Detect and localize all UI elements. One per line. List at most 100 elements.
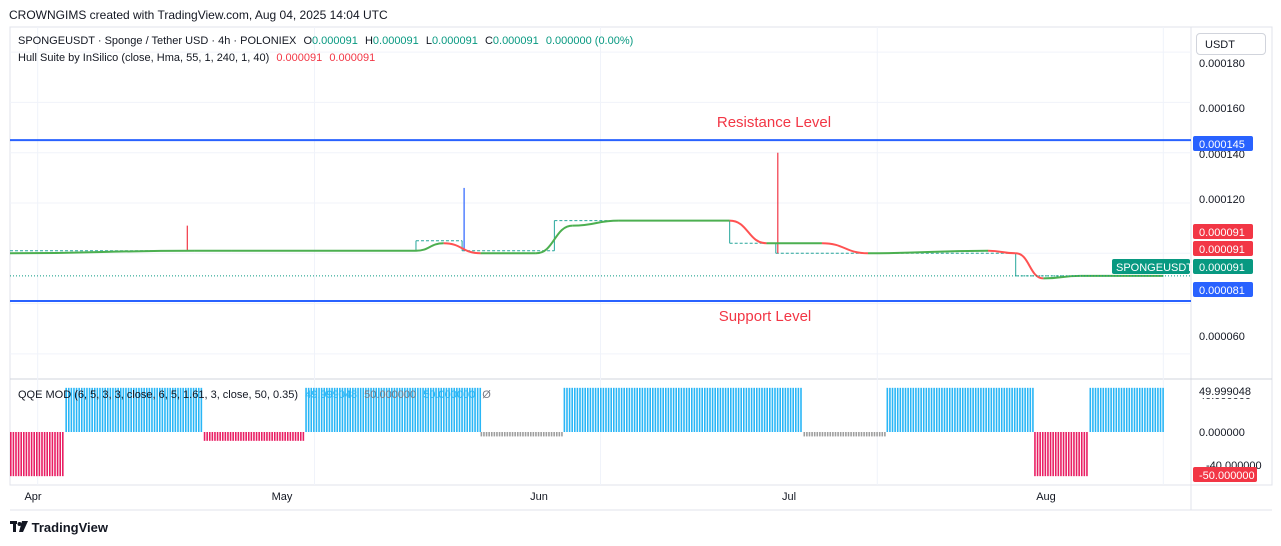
oscillator-value: Ø	[482, 389, 491, 401]
qqe-bar	[852, 432, 855, 437]
qqe-bar	[524, 432, 527, 437]
qqe-bar	[1146, 387, 1149, 432]
qqe-bar	[297, 432, 299, 441]
qqe-bar	[638, 387, 641, 432]
qqe-bar	[832, 432, 834, 437]
qqe-bar	[1133, 387, 1136, 432]
qqe-bar	[276, 432, 279, 441]
qqe-bar	[1000, 387, 1003, 432]
qqe-bar	[1062, 432, 1065, 477]
qqe-bar	[483, 432, 485, 437]
currency-selector[interactable]: USDT	[1196, 33, 1266, 55]
time-tick: Aug	[1036, 491, 1056, 503]
qqe-bar	[876, 432, 878, 437]
qqe-bar	[904, 387, 907, 432]
osc-low-tag-text: -50.000000	[1199, 470, 1255, 482]
qqe-bar	[690, 387, 693, 432]
qqe-bar	[54, 432, 56, 477]
qqe-bar	[620, 387, 623, 432]
qqe-bar	[990, 387, 993, 432]
qqe-bar	[1159, 387, 1162, 432]
qqe-bar	[242, 432, 245, 441]
qqe-bar	[980, 387, 982, 432]
qqe-bar	[657, 387, 659, 432]
qqe-bar	[701, 387, 703, 432]
qqe-bar	[946, 387, 948, 432]
qqe-bar	[677, 387, 680, 432]
qqe-bar	[1006, 387, 1008, 432]
main-legend[interactable]: SPONGEUSDT · Sponge / Tether USD · 4h · …	[18, 35, 637, 47]
qqe-bar	[579, 387, 581, 432]
qqe-bar	[1067, 432, 1070, 477]
qqe-bar	[1021, 387, 1024, 432]
qqe-bar	[873, 432, 876, 437]
qqe-bar	[529, 432, 532, 437]
qqe-bar	[813, 432, 816, 437]
qqe-bar	[662, 387, 664, 432]
qqe-bar	[1136, 387, 1138, 432]
qqe-bar	[850, 432, 852, 437]
qqe-bar	[279, 432, 281, 441]
qqe-bar	[811, 432, 813, 437]
qqe-bar	[667, 387, 670, 432]
qqe-bar	[509, 432, 511, 437]
qqe-bar	[33, 432, 35, 477]
qqe-bar	[1089, 387, 1092, 432]
qqe-bar	[711, 387, 714, 432]
qqe-bar	[266, 432, 268, 441]
qqe-bar	[803, 432, 806, 437]
qqe-bar	[56, 432, 59, 477]
qqe-bar	[203, 432, 206, 441]
qqe-bar	[779, 387, 781, 432]
qqe-bar	[703, 387, 706, 432]
time-axis[interactable]: Apr May Jun Jul Aug	[24, 491, 1055, 503]
qqe-bar	[794, 387, 797, 432]
qqe-bar	[255, 432, 258, 441]
qqe-bar	[886, 387, 889, 432]
qqe-bar	[1032, 387, 1034, 432]
qqe-bar	[602, 387, 605, 432]
qqe-bar	[1073, 432, 1075, 477]
indicator-value: 0.000091	[276, 52, 323, 64]
qqe-bar	[909, 387, 912, 432]
symbol-description[interactable]: SPONGEUSDT · Sponge / Tether USD · 4h · …	[18, 35, 296, 47]
qqe-bar	[826, 432, 829, 437]
chart-canvas[interactable]: Resistance Level Support Level 0.000180 …	[0, 0, 1281, 546]
qqe-bar	[571, 387, 573, 432]
qqe-bar	[1054, 432, 1057, 477]
qqe-bar	[889, 387, 891, 432]
qqe-bar	[748, 387, 750, 432]
qqe-bar	[938, 387, 941, 432]
qqe-bar	[1125, 387, 1128, 432]
qqe-bar	[550, 432, 553, 437]
qqe-bar	[750, 387, 753, 432]
qqe-bar	[1034, 432, 1036, 477]
close-label: C	[484, 35, 493, 47]
tradingview-brand-text: TradingView	[31, 520, 108, 535]
qqe-bar	[43, 432, 46, 477]
qqe-bar	[1094, 387, 1097, 432]
qqe-bar	[522, 432, 524, 437]
oscillator-legend[interactable]: QQE MOD (6, 5, 3, 3, close, 6, 5, 1.61, …	[18, 389, 495, 401]
qqe-bar	[592, 387, 594, 432]
qqe-bar	[884, 432, 886, 437]
qqe-bar	[735, 387, 737, 432]
qqe-bar	[232, 432, 234, 441]
qqe-bar	[1144, 387, 1146, 432]
qqe-bar	[899, 387, 902, 432]
qqe-bar	[284, 432, 286, 441]
qqe-bar	[1162, 387, 1164, 432]
qqe-bar	[789, 387, 792, 432]
oscillator-name[interactable]: QQE MOD (6, 5, 3, 3, close, 6, 5, 1.61, …	[18, 389, 298, 401]
qqe-bar	[933, 387, 935, 432]
qqe-bar	[1112, 387, 1115, 432]
qqe-bar	[974, 387, 977, 432]
qqe-bar	[294, 432, 297, 441]
qqe-bar	[959, 387, 961, 432]
indicator-name[interactable]: Hull Suite by InSilico (close, Hma, 55, …	[18, 52, 269, 64]
qqe-bar	[948, 387, 951, 432]
qqe-bar	[1107, 387, 1110, 432]
qqe-bar	[1123, 387, 1125, 432]
qqe-bar	[1044, 432, 1047, 477]
indicator-legend[interactable]: Hull Suite by InSilico (close, Hma, 55, …	[18, 52, 379, 64]
